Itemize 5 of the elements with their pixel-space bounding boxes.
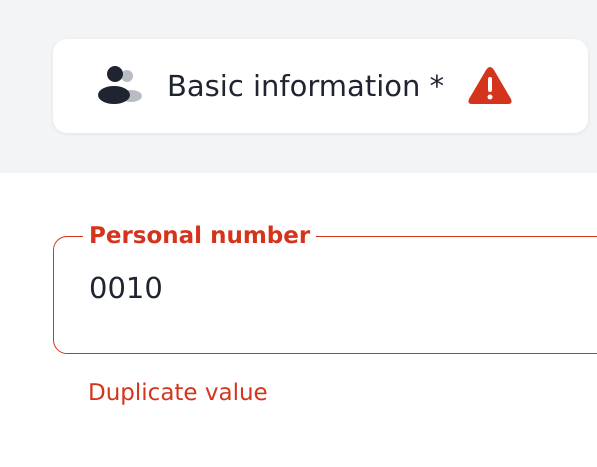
tab-label: Basic information * — [167, 69, 444, 103]
error-message: Duplicate value — [88, 380, 269, 406]
section-tab[interactable]: Basic information * — [53, 39, 588, 133]
field-label: Personal number — [88, 223, 312, 249]
input-field[interactable]: 0010 — [89, 271, 489, 305]
